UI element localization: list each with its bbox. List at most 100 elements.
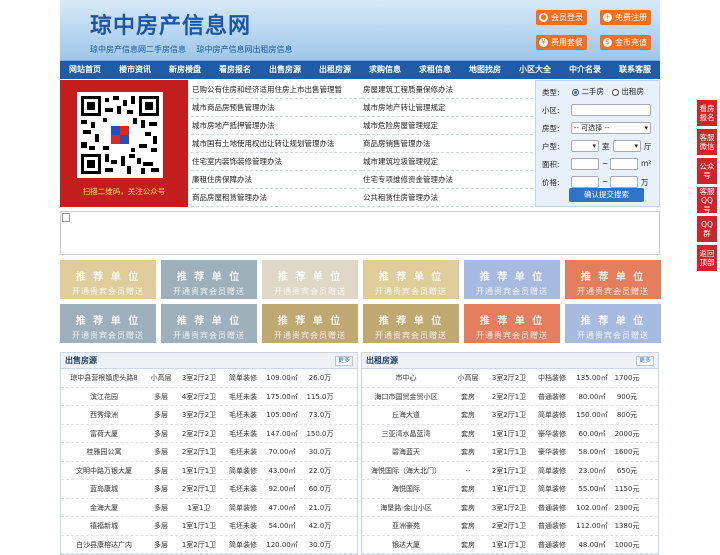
policy-link[interactable]: 廉租住房保障办法 — [191, 171, 362, 189]
listing-name[interactable]: 桂雅园公寓 — [61, 443, 147, 461]
listing-row[interactable]: 亚洲豪苑 套房 2室2厅1卫 普通装修 112.00㎡ 1380元 — [362, 517, 658, 536]
sidebar-official-account[interactable]: 公众号 — [697, 158, 717, 184]
room-select[interactable]: ▾ — [571, 140, 599, 152]
listing-name[interactable]: 银达大厦 — [362, 536, 450, 554]
recommend-tile[interactable]: 推 荐 单 位开通贵宾会员赠送 — [565, 304, 661, 343]
nav-buy-request[interactable]: 求购信息 — [360, 61, 410, 79]
listing-name[interactable]: 禧福新城 — [61, 517, 147, 535]
policy-link[interactable]: 商品房屋租赁管理办法 — [191, 189, 362, 207]
listing-name[interactable]: 滨江花园 — [61, 388, 147, 406]
recommend-tile[interactable]: 推 荐 单 位开通贵宾会员赠送 — [262, 304, 358, 343]
listing-row[interactable]: 海悦国际（海大北门） -- 2室1厅1卫 简单装修 23.00㎡ 650元 — [362, 462, 658, 480]
sidebar-viewing[interactable]: 看房报名 — [697, 100, 717, 126]
nav-rent-request[interactable]: 求租信息 — [410, 61, 460, 79]
listing-name[interactable]: 蓝岛康城 — [61, 480, 147, 498]
recommend-tile[interactable]: 推 荐 单 位开通贵宾会员赠送 — [464, 260, 560, 299]
nav-agents[interactable]: 中介名录 — [560, 61, 610, 79]
area-min-input[interactable] — [571, 158, 599, 170]
sidebar-qq-group[interactable]: QQ群 — [697, 216, 717, 242]
site-logo[interactable]: 琼中房产信息网 — [90, 8, 251, 40]
ad-banner[interactable] — [60, 211, 660, 255]
listing-row[interactable]: 海口市国贸金贸小区 套房 2室2厅1卫 普通装修 80.00㎡ 900元 — [362, 388, 658, 406]
sidebar-qq[interactable]: 客服QQ号 — [697, 187, 717, 214]
listing-name[interactable]: 丘海大道 — [362, 406, 450, 424]
recommend-tile[interactable]: 推 荐 单 位开通贵宾会员赠送 — [464, 304, 560, 343]
search-submit-button[interactable]: 确认提交搜索 — [569, 188, 644, 202]
listing-name[interactable]: 西秀绿洲 — [61, 406, 147, 424]
policy-link[interactable]: 城市国有土地使用权出让转让规划管理办法 — [191, 135, 362, 153]
listing-name[interactable]: 市中心 — [362, 369, 450, 387]
radio-rent[interactable]: 出租房 — [612, 86, 644, 97]
price-max-input[interactable] — [610, 176, 638, 188]
listing-row[interactable]: 琼中县营根镇虎头路8 小高层 3室2厅2卫 简单装修 109.00㎡ 26.0万 — [61, 369, 357, 388]
listing-row[interactable]: 三亚湾水晶蓝湾 套房 1室1厅1卫 豪华装修 60.00㎡ 2000元 — [362, 425, 658, 443]
login-button[interactable]: ● 会员登录 — [536, 10, 587, 25]
listing-row[interactable]: 西秀绿洲 多层 3室2厅2卫 毛坯未装 105.00㎡ 73.0万 — [61, 406, 357, 425]
listing-name[interactable]: 金海大厦 — [61, 499, 147, 517]
sale-more-button[interactable]: 更多 — [334, 356, 353, 366]
policy-link[interactable]: 公共租赁住房管理办法 — [362, 189, 533, 207]
listing-name[interactable]: 三亚湾水晶蓝湾 — [362, 425, 450, 443]
listing-row[interactable]: 文明中路万银大厦 多层 1室1厅1卫 简单装修 43.00㎡ 22.0万 — [61, 462, 357, 480]
listing-name[interactable]: 富荷大厦 — [61, 425, 147, 443]
listing-row[interactable]: 桂雅园公寓 多层 2室2厅1卫 毛坯未装 70.00㎡ 30.0万 — [61, 443, 357, 462]
listing-name[interactable]: 亚洲豪苑 — [362, 517, 450, 535]
nav-new-homes[interactable]: 新房楼盘 — [160, 61, 210, 79]
recommend-tile[interactable]: 推 荐 单 位开通贵宾会员赠送 — [363, 260, 459, 299]
sidebar-back-to-top[interactable]: 返回顶部 — [697, 245, 717, 271]
listing-name[interactable]: 文明中路万银大厦 — [61, 462, 147, 480]
nav-news[interactable]: 楼市资讯 — [110, 61, 160, 79]
policy-link[interactable]: 已购公有住房和经济适用住房上市出售管理暂 — [191, 81, 362, 99]
policy-link[interactable]: 城市商品房预售管理办法 — [191, 99, 362, 117]
policy-link[interactable]: 城市建筑垃圾管理规定 — [362, 153, 533, 171]
policy-link[interactable]: 住宅专项维修资金管理办法 — [362, 171, 533, 189]
listing-row[interactable]: 富荷大厦 多层 2室2厅2卫 毛坯未装 147.00㎡ 150.0万 — [61, 425, 357, 443]
radio-sale[interactable]: 二手房 — [572, 86, 604, 97]
policy-link[interactable]: 城市房地产转让管理规定 — [362, 99, 533, 117]
recommend-tile[interactable]: 推 荐 单 位开通贵宾会员赠送 — [60, 304, 156, 343]
listing-row[interactable]: 禧福新城 多层 1室1厅1卫 毛坯未装 54.00㎡ 42.0万 — [61, 517, 357, 536]
listing-row[interactable]: 金海大厦 多层 1室1卫 简单装修 47.00㎡ 21.0万 — [61, 499, 357, 517]
nav-home[interactable]: 网站首页 — [60, 61, 110, 79]
area-max-input[interactable] — [610, 158, 638, 170]
recharge-button[interactable]: $ 金币充值 — [600, 35, 651, 50]
hall-select[interactable]: ▾ — [613, 140, 641, 152]
nav-contact[interactable]: 联系客服 — [610, 61, 660, 79]
rent-more-button[interactable]: 更多 — [635, 356, 654, 366]
recommend-tile[interactable]: 推 荐 单 位开通贵宾会员赠送 — [60, 260, 156, 299]
listing-row[interactable]: 滨江花园 多层 4室2厅2卫 毛坯未装 175.00㎡ 115.0万 — [61, 388, 357, 406]
listing-name[interactable]: 海悦国际（海大北门） — [362, 462, 450, 480]
policy-link[interactable]: 城市危险房屋管理规定 — [362, 117, 533, 135]
recommend-tile[interactable]: 推 荐 单 位开通贵宾会员赠送 — [161, 304, 257, 343]
listing-name[interactable]: 白沙县康榕达广内 — [61, 536, 147, 554]
nav-sale[interactable]: 出售房源 — [260, 61, 310, 79]
listing-name[interactable]: 海垦路-金山小区 — [362, 499, 450, 517]
community-input[interactable] — [571, 104, 651, 116]
house-type-select[interactable]: -- 可选择 -- ▾ — [571, 122, 651, 134]
listing-name[interactable]: 海悦国际 — [362, 480, 450, 498]
listing-row[interactable]: 市中心 小高层 3室2厅2卫 中档装修 135.00㎡ 1700元 — [362, 369, 658, 388]
nav-communities[interactable]: 小区大全 — [510, 61, 560, 79]
listing-name[interactable]: 海口市国贸金贸小区 — [362, 388, 450, 406]
package-button[interactable]: ¥ 费用套餐 — [536, 35, 587, 50]
policy-link[interactable]: 城市房地产抵押管理办法 — [191, 117, 362, 135]
policy-link[interactable]: 房屋建筑工程质量保修办法 — [362, 81, 533, 99]
nav-map[interactable]: 地图找房 — [460, 61, 510, 79]
listing-row[interactable]: 碧海蓝天 套房 1室1厅1卫 豪华装修 58.00㎡ 1600元 — [362, 443, 658, 462]
recommend-tile[interactable]: 推 荐 单 位开通贵宾会员赠送 — [262, 260, 358, 299]
sidebar-wechat[interactable]: 客服微信 — [697, 129, 717, 155]
policy-link[interactable]: 商品房销售管理办法 — [362, 135, 533, 153]
listing-row[interactable]: 海垦路-金山小区 套房 3室1厅2卫 普通装修 102.00㎡ 2300元 — [362, 499, 658, 517]
listing-row[interactable]: 海悦国际 套房 1室1厅1卫 简单装修 55.00㎡ 1150元 — [362, 480, 658, 499]
listing-row[interactable]: 蓝岛康城 多层 2室2厅1卫 毛坯未装 92.00㎡ 60.0万 — [61, 480, 357, 499]
listing-row[interactable]: 白沙县康榕达广内 多层 1室2厅1卫 简单装修 120.00㎡ 30.0万 — [61, 536, 357, 554]
policy-link[interactable]: 住宅室内装饰装修管理办法 — [191, 153, 362, 171]
recommend-tile[interactable]: 推 荐 单 位开通贵宾会员赠送 — [363, 304, 459, 343]
listing-row[interactable]: 银达大厦 套房 1室1厅1卫 普通装修 48.00㎡ 1000元 — [362, 536, 658, 554]
listing-name[interactable]: 碧海蓝天 — [362, 443, 450, 461]
price-min-input[interactable] — [571, 176, 599, 188]
recommend-tile[interactable]: 推 荐 单 位开通贵宾会员赠送 — [161, 260, 257, 299]
register-button[interactable]: + 免费注册 — [600, 10, 651, 25]
recommend-tile[interactable]: 推 荐 单 位开通贵宾会员赠送 — [565, 260, 661, 299]
nav-viewing[interactable]: 看房报名 — [210, 61, 260, 79]
